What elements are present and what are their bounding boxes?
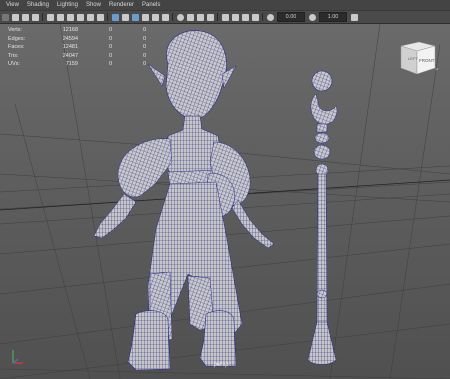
select-camera-icon[interactable]	[1, 13, 9, 21]
viewport-toolbar: 0.00 1.00	[0, 11, 450, 24]
poly-count-hud: Verts: 12168 0 0 Edges: 24594 0 0 Faces:…	[8, 26, 146, 69]
hud-value: 12168	[62, 27, 78, 34]
hud-label: Tris:	[8, 52, 19, 59]
backface-culling-icon[interactable]	[251, 13, 259, 21]
hud-value: 0	[108, 52, 112, 59]
hud-label: Verts:	[8, 27, 23, 34]
hud-value: 0	[108, 35, 112, 42]
textured-icon[interactable]	[141, 13, 149, 21]
gamma-field[interactable]: 1.00	[319, 12, 347, 22]
scene-canvas	[0, 24, 450, 379]
z-axis-icon	[12, 358, 19, 364]
isolate-select-icon[interactable]	[221, 13, 229, 21]
camera-attributes-icon[interactable]	[11, 13, 19, 21]
field-chart-icon[interactable]	[86, 13, 94, 21]
exposure-icon[interactable]	[266, 13, 274, 21]
hud-value: 0	[108, 27, 112, 34]
gamma-icon[interactable]	[308, 13, 316, 21]
hud-value: 24594	[62, 35, 78, 42]
view-cube[interactable]: LEFT FRONT	[397, 36, 437, 76]
toolbar-divider	[217, 13, 218, 21]
hud-row-tris: Tris: 24047 0 0	[8, 52, 146, 61]
hud-value: 24047	[62, 52, 78, 59]
hud-value: 0	[142, 52, 146, 59]
grid-icon[interactable]	[46, 13, 54, 21]
resolution-gate-icon[interactable]	[66, 13, 74, 21]
hud-label: Faces:	[8, 44, 25, 51]
hud-value: 7159	[65, 61, 78, 68]
ambient-occlusion-icon[interactable]	[176, 13, 184, 21]
hud-row-edges: Edges: 24594 0 0	[8, 35, 146, 44]
lights-icon[interactable]	[151, 13, 159, 21]
xray-joints-icon[interactable]	[241, 13, 249, 21]
menu-panels[interactable]: Panels	[138, 0, 164, 10]
wireframe-icon[interactable]	[111, 13, 119, 21]
hud-value: 12481	[62, 44, 78, 51]
camera-name-label: persp	[213, 362, 229, 368]
hud-row-verts: Verts: 12168 0 0	[8, 26, 146, 35]
menu-view[interactable]: View	[0, 0, 23, 10]
hud-row-uvs: UVs: 7159 0 0	[8, 60, 146, 69]
hud-value: 0	[142, 35, 146, 42]
viewport-menubar: View Shading Lighting Show Renderer Pane…	[0, 0, 450, 11]
image-plane-icon[interactable]	[31, 13, 39, 21]
chevron-down-icon[interactable]: ⌄	[434, 64, 440, 72]
maya-app: View Shading Lighting Show Renderer Pane…	[0, 0, 450, 379]
menu-show[interactable]: Show	[82, 0, 105, 10]
hud-label: UVs:	[8, 61, 20, 68]
character-wireframe-model[interactable]	[93, 30, 275, 371]
hud-value: 0	[142, 44, 146, 51]
menu-lighting[interactable]: Lighting	[53, 0, 82, 10]
safe-action-icon[interactable]	[96, 13, 104, 21]
film-gate-icon[interactable]	[56, 13, 64, 21]
hud-value: 0	[142, 27, 146, 34]
hud-value: 0	[142, 61, 146, 68]
toolbar-divider	[262, 13, 263, 21]
exposure-field[interactable]: 0.00	[277, 12, 305, 22]
hud-value: 0	[108, 44, 112, 51]
depth-of-field-icon[interactable]	[206, 13, 214, 21]
view-cube-front-label: FRONT	[419, 58, 435, 63]
xray-icon[interactable]	[231, 13, 239, 21]
gate-mask-icon[interactable]	[76, 13, 84, 21]
toolbar-divider	[107, 13, 108, 21]
motion-blur-icon[interactable]	[186, 13, 194, 21]
shadows-icon[interactable]	[161, 13, 169, 21]
hud-value: 0	[108, 61, 112, 68]
view-cube-left-label: LEFT	[408, 56, 418, 61]
toolbar-divider	[172, 13, 173, 21]
menu-renderer[interactable]: Renderer	[105, 0, 138, 10]
hud-row-faces: Faces: 12481 0 0	[8, 43, 146, 52]
smooth-shade-icon[interactable]	[121, 13, 129, 21]
toolbar-divider	[42, 13, 43, 21]
color-management-icon[interactable]	[350, 13, 358, 21]
wireframe-on-shaded-icon[interactable]	[131, 13, 139, 21]
anti-aliasing-icon[interactable]	[196, 13, 204, 21]
perspective-viewport[interactable]: Verts: 12168 0 0 Edges: 24594 0 0 Faces:…	[0, 24, 450, 379]
staff-wireframe-model[interactable]	[307, 70, 338, 365]
menu-shading[interactable]: Shading	[23, 0, 53, 10]
axis-gizmo	[12, 350, 23, 364]
bookmark-icon[interactable]	[21, 13, 29, 21]
hud-label: Edges:	[8, 35, 26, 42]
